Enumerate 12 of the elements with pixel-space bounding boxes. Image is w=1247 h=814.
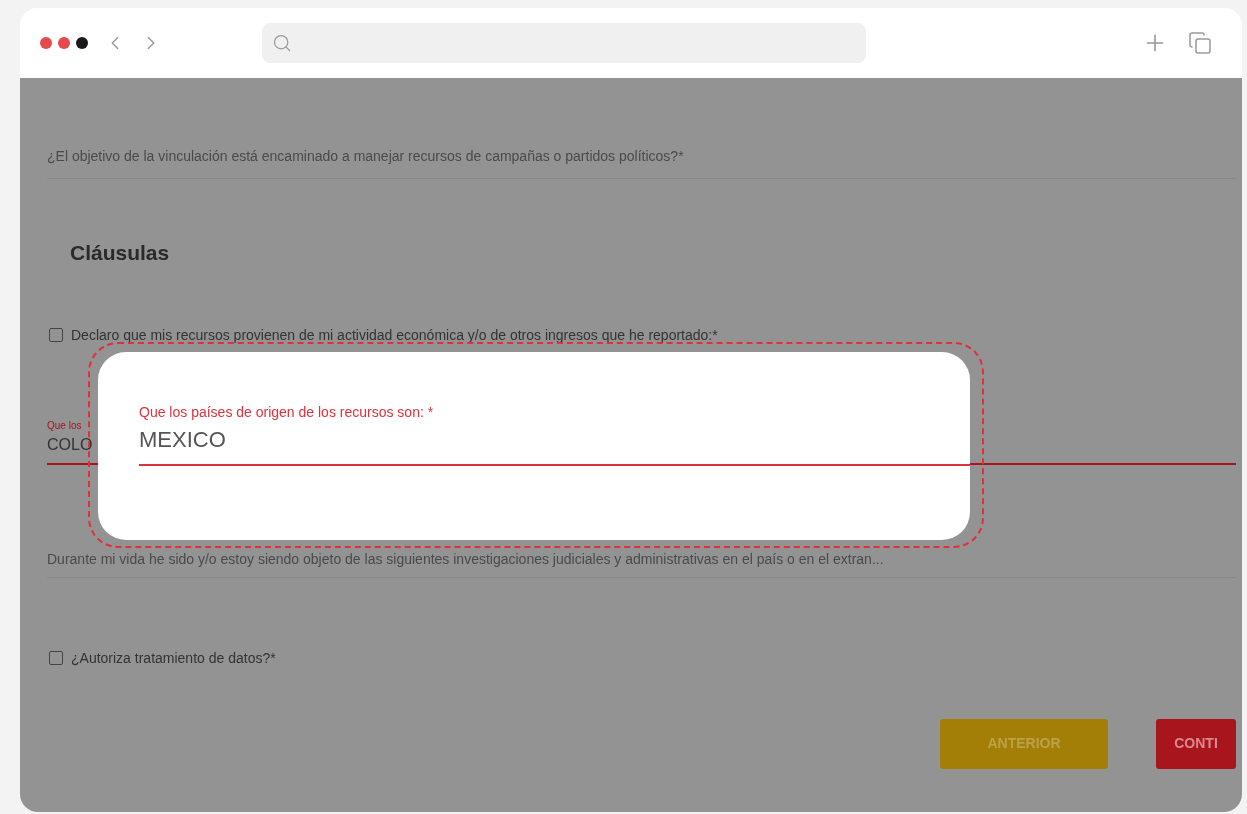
question-label: ¿El objetivo de la vinculación está encaminado a manejar recursos de campañas o partidos políticos?* (47, 148, 684, 164)
investigations-label: Durante mi vida he sido y/o estoy siendo objeto de las siguientes investigaciones judiciales y administrativas en el país o en el extran... (47, 550, 884, 567)
checkbox[interactable] (49, 651, 63, 665)
section-title: Cláusulas (70, 241, 170, 264)
search-icon (272, 33, 292, 53)
continue-button[interactable]: CONTI (1156, 718, 1236, 769)
consent-label: ¿Autoriza tratamiento de datos?* (71, 648, 276, 668)
tabs-icon[interactable] (1188, 31, 1212, 55)
checkbox[interactable] (49, 328, 63, 342)
declaration-label: Declaro que mis recursos provienen de mi actividad económica y/o de otros ingresos que he reportado:* (71, 325, 718, 345)
origin-countries-field[interactable]: Que los países de origen de los recursos son: * MEXICO (139, 402, 970, 466)
back-button[interactable]: ANTERIOR (940, 718, 1108, 769)
